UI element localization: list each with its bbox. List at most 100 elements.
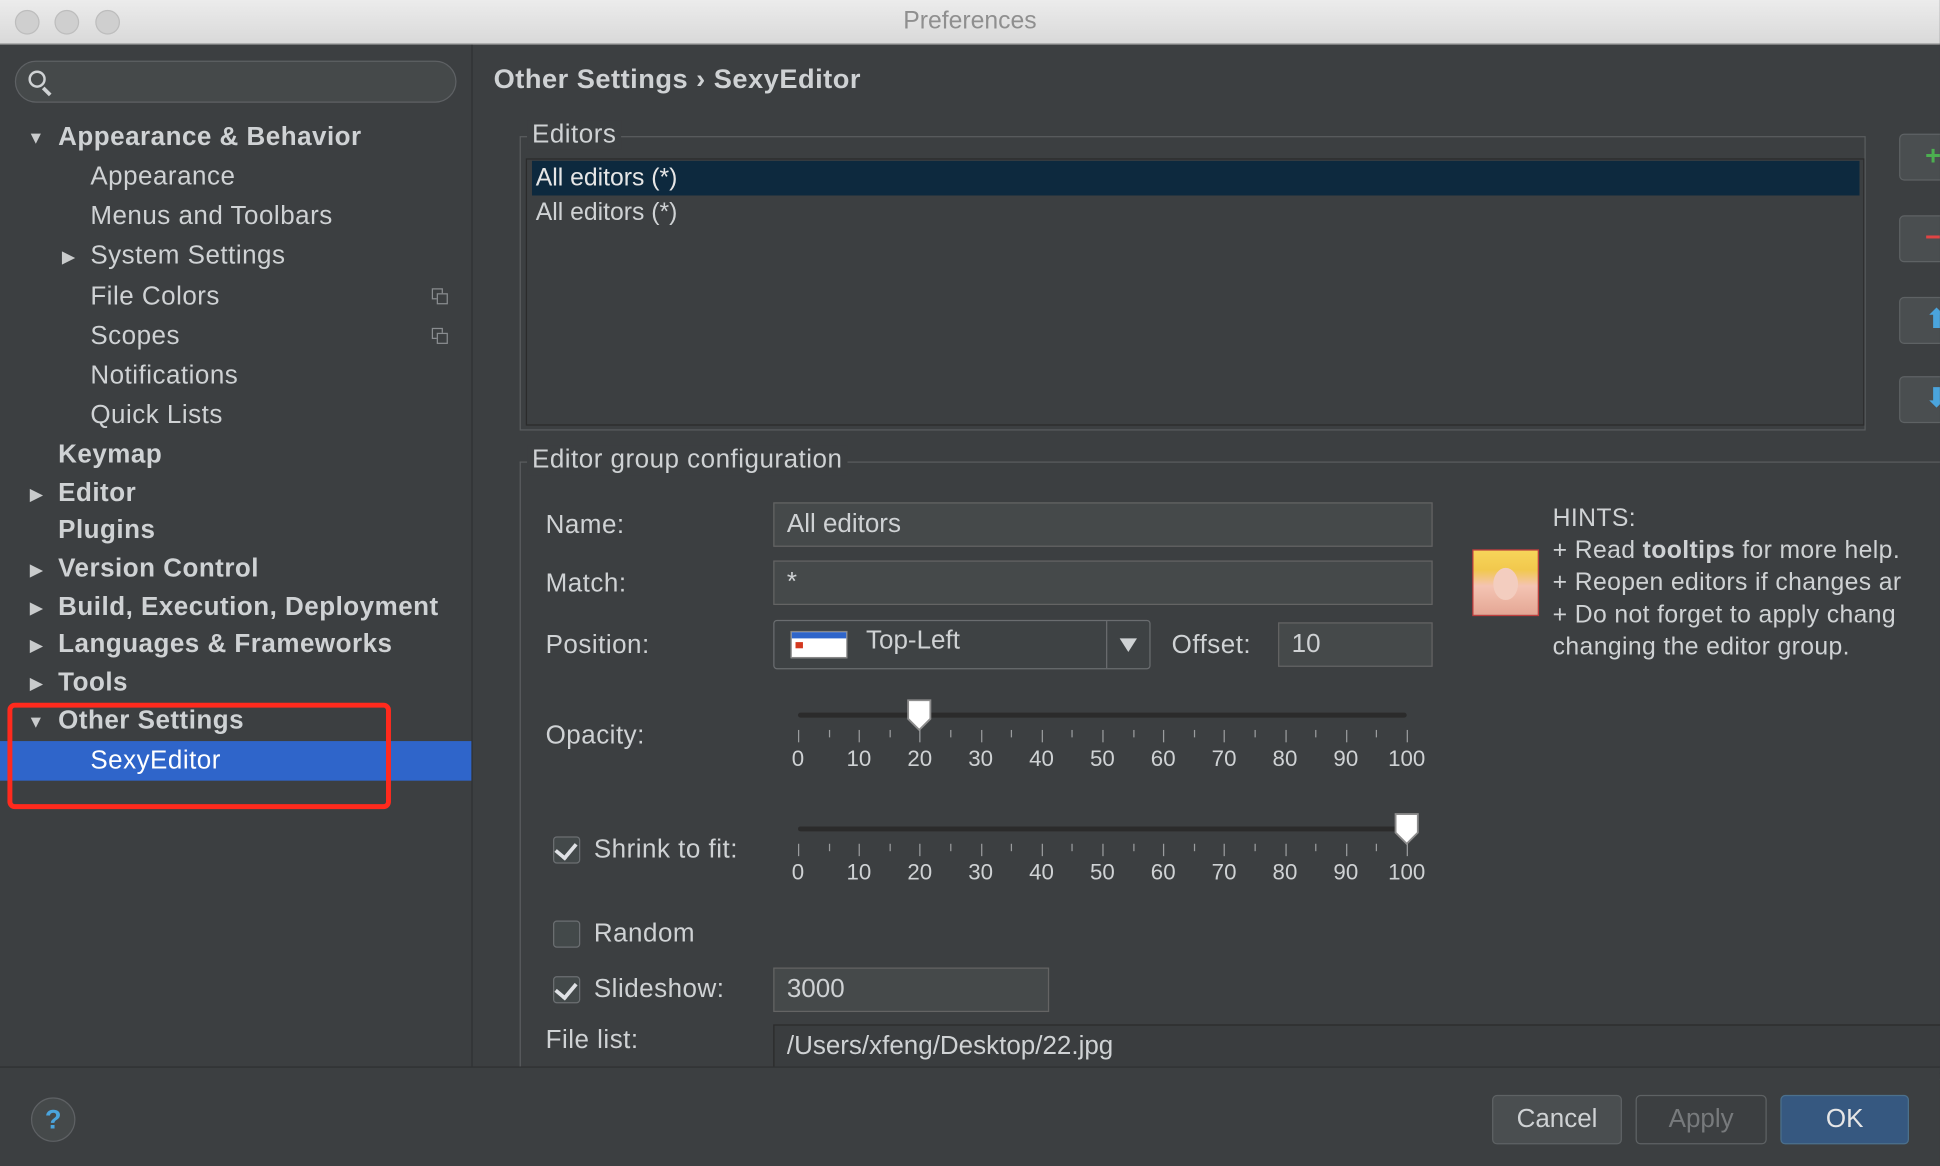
slider-tick <box>1193 843 1195 852</box>
sidebar-item-label: Tools <box>58 668 128 697</box>
sidebar-item-label: Appearance & Behavior <box>58 122 362 151</box>
collapsed-arrow-icon[interactable]: ▶ <box>30 588 44 628</box>
sidebar-item-scopes[interactable]: Scopes <box>0 317 471 357</box>
name-field[interactable]: All editors <box>773 502 1433 547</box>
sidebar-item-appearance[interactable]: Appearance <box>0 157 471 197</box>
random-checkbox[interactable] <box>553 920 581 948</box>
sidebar-item-appearance-behavior[interactable]: ▼ Appearance & Behavior <box>0 118 471 158</box>
slideshow-field[interactable]: 3000 <box>773 967 1050 1013</box>
sidebar-item-tools[interactable]: ▶ Tools <box>0 663 471 703</box>
collapsed-arrow-icon[interactable]: ▶ <box>30 474 44 514</box>
slideshow-checkbox[interactable] <box>553 976 581 1004</box>
slider-tick <box>1011 729 1013 738</box>
slider-tick <box>1041 843 1043 857</box>
window-position-icon <box>790 630 848 659</box>
slider-tick-label: 40 <box>1029 746 1054 771</box>
match-field[interactable]: * <box>773 560 1433 605</box>
slider-tick <box>797 729 800 743</box>
shrink-to-fit-checkbox[interactable] <box>553 836 581 864</box>
sidebar-item-label: Plugins <box>58 515 156 545</box>
shrink-slider-track[interactable] <box>797 826 1407 832</box>
slider-tick <box>858 729 861 743</box>
slider-tick-label: 100 <box>1388 746 1426 771</box>
move-down-button[interactable]: ⬇ <box>1899 376 1940 424</box>
slider-tick <box>1315 843 1317 852</box>
slider-tick <box>1041 729 1043 743</box>
slider-tick <box>1284 843 1287 857</box>
shrink-slider-thumb[interactable] <box>1393 812 1420 847</box>
sidebar-item-label: File Colors <box>90 282 220 311</box>
sidebar-item-label: Menus and Toolbars <box>90 201 333 231</box>
checkmark-icon <box>554 836 578 861</box>
expanded-arrow-icon[interactable]: ▼ <box>27 118 45 158</box>
slider-tick-label: 10 <box>846 746 872 771</box>
slider-tick <box>1224 729 1226 743</box>
offset-label: Offset: <box>1171 630 1252 660</box>
sidebar-item-build-execution-deployment[interactable]: ▶ Build, Execution, Deployment <box>0 588 471 628</box>
collapsed-arrow-icon[interactable]: ▶ <box>30 663 44 703</box>
remove-button[interactable]: − <box>1899 215 1940 263</box>
avatar <box>1472 549 1540 617</box>
opacity-slider-track[interactable] <box>797 712 1407 718</box>
slider-tick <box>1254 843 1256 852</box>
sidebar-item-file-colors[interactable]: File Colors <box>0 277 471 317</box>
slider-tick <box>1102 729 1104 743</box>
sidebar-item-editor[interactable]: ▶ Editor <box>0 474 471 514</box>
slider-tick <box>1345 729 1348 743</box>
hints-title: HINTS: <box>1552 504 1637 532</box>
sidebar-item-label: Notifications <box>90 361 239 390</box>
slideshow-label: Slideshow: <box>593 974 725 1004</box>
random-label: Random <box>593 919 696 948</box>
search-input[interactable] <box>14 60 457 103</box>
move-up-button[interactable]: ⬆ <box>1899 296 1940 344</box>
slider-tick <box>1163 843 1165 857</box>
collapsed-arrow-icon[interactable]: ▶ <box>30 549 44 589</box>
sidebar-item-label: Appearance <box>90 162 236 191</box>
slider-tick-label: 20 <box>907 746 933 771</box>
slider-tick <box>1315 729 1317 738</box>
list-item[interactable]: All editors (*) <box>532 195 1860 230</box>
match-label: Match: <box>545 569 627 598</box>
sidebar-item-keymap[interactable]: Keymap <box>0 435 471 475</box>
sidebar-item-notifications[interactable]: Notifications <box>0 356 471 396</box>
position-dropdown[interactable]: Top-Left <box>773 619 1151 670</box>
help-button[interactable]: ? <box>30 1097 76 1142</box>
window-title: Preferences <box>903 7 1037 35</box>
slider-tick-label: 10 <box>846 859 872 885</box>
offset-field[interactable]: 10 <box>1278 622 1433 667</box>
slider-tick-label: 40 <box>1029 859 1054 885</box>
collapsed-arrow-icon[interactable]: ▶ <box>62 236 76 276</box>
slider-tick <box>1071 729 1074 738</box>
add-button[interactable]: + <box>1899 133 1940 181</box>
collapsed-arrow-icon[interactable]: ▶ <box>30 625 44 665</box>
hints-panel: HINTS: + Read tooltips for more help. + … <box>1553 502 1902 663</box>
list-item[interactable]: All editors (*) <box>531 160 1860 196</box>
opacity-slider-thumb[interactable] <box>906 698 933 733</box>
editors-list[interactable]: All editors (*) All editors (*) <box>525 158 1865 426</box>
slider-tick <box>1345 843 1348 857</box>
sidebar-item-label: Editor <box>58 478 137 508</box>
sidebar-item-languages-frameworks[interactable]: ▶ Languages & Frameworks <box>0 625 471 665</box>
apply-button[interactable]: Apply <box>1635 1094 1767 1145</box>
sidebar-item-quick-lists[interactable]: Quick Lists <box>0 396 471 436</box>
opacity-label: Opacity: <box>545 721 645 750</box>
slider-tick-label: 80 <box>1272 746 1298 771</box>
chevron-down-icon[interactable] <box>1119 638 1137 653</box>
editors-legend: Editors <box>527 120 622 150</box>
sidebar-item-version-control[interactable]: ▶ Version Control <box>0 549 471 589</box>
ok-button[interactable]: OK <box>1780 1094 1909 1145</box>
sidebar-item-plugins[interactable]: Plugins <box>0 511 471 551</box>
cancel-button[interactable]: Cancel <box>1492 1094 1622 1145</box>
slider-tick <box>1132 729 1135 738</box>
dialog-footer: ? Cancel Apply OK <box>0 1066 1940 1166</box>
slider-tick-label: 70 <box>1211 859 1237 885</box>
breadcrumb: Other Settings › SexyEditor <box>493 63 861 95</box>
slider-tick-label: 70 <box>1211 746 1237 771</box>
slider-tick <box>1193 729 1195 738</box>
settings-content: Other Settings › SexyEditor Editors All … <box>473 45 1940 1081</box>
slider-tick <box>1254 729 1256 738</box>
highlight-annotation <box>7 702 391 810</box>
slider-tick <box>950 843 952 852</box>
sidebar-item-menus-toolbars[interactable]: Menus and Toolbars <box>0 197 471 237</box>
sidebar-item-system-settings[interactable]: ▶ System Settings <box>0 236 471 276</box>
